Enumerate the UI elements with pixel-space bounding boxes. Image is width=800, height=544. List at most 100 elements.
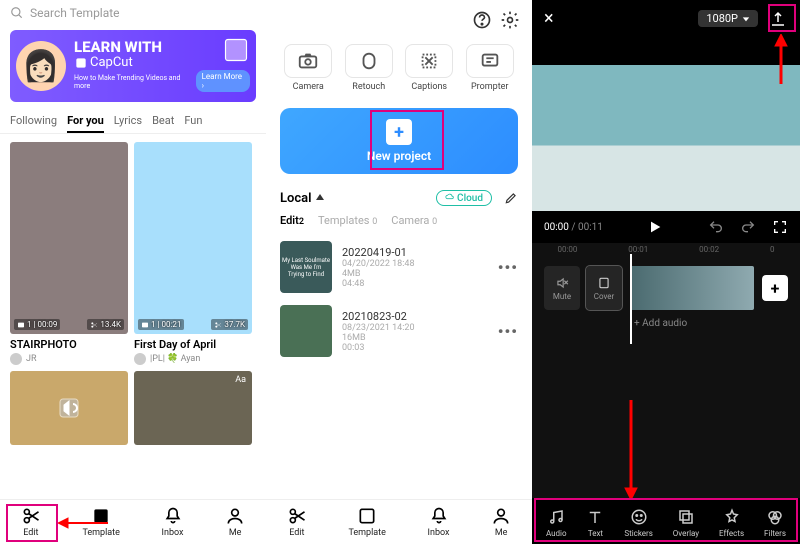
local-label[interactable]: Local <box>280 191 312 206</box>
avatar <box>10 353 22 365</box>
fullscreen-button[interactable] <box>772 219 788 235</box>
tab-following[interactable]: Following <box>10 110 57 133</box>
bell-icon <box>429 506 449 526</box>
add-clip-button[interactable]: + <box>762 275 788 301</box>
tab-beat[interactable]: Beat <box>152 110 174 133</box>
filters-icon <box>766 508 784 526</box>
project-date: 08/23/2021 14:20 <box>342 323 488 333</box>
cloud-icon <box>445 192 455 202</box>
new-project-button[interactable]: + New project <box>280 108 518 174</box>
subtab-edit[interactable]: Edit2 <box>280 214 304 227</box>
subtab-templates[interactable]: Templates 0 <box>318 214 377 227</box>
person-icon <box>491 506 511 526</box>
tool-filters[interactable]: Filters <box>764 508 786 538</box>
template-card[interactable]: 1 | 00:21 37.7K First Day of April |PL| … <box>134 142 252 365</box>
avatar <box>134 353 146 365</box>
project-name: 20210823-02 <box>342 310 488 323</box>
playback-bar: 00:00 / 00:11 <box>532 211 800 243</box>
tool-text[interactable]: Text <box>586 508 604 538</box>
learn-banner[interactable]: 👩🏻 LEARN WITH CapCut How to Make Trendin… <box>10 30 256 102</box>
template-card-clipped[interactable] <box>10 371 128 445</box>
project-date: 04/20/2022 18:48 <box>342 259 488 269</box>
sound-icon <box>57 396 81 420</box>
learn-more-button[interactable]: Learn More › <box>196 70 250 92</box>
banner-graphic-icon <box>222 36 250 64</box>
tool-overlay[interactable]: Overlay <box>673 508 699 538</box>
nav-me[interactable]: Me <box>491 506 511 538</box>
video-clip[interactable] <box>630 266 754 310</box>
project-item[interactable]: My Last SoulmateWas Me I'mTrying to Find… <box>280 235 518 299</box>
tab-fun[interactable]: Fun <box>184 110 202 133</box>
play-button[interactable] <box>647 219 663 235</box>
settings-icon[interactable] <box>500 10 520 30</box>
captions-icon <box>418 50 440 72</box>
resolution-selector[interactable]: 1080P <box>698 10 758 27</box>
person-icon <box>225 506 245 526</box>
templates-screen: Search Template 👩🏻 LEARN WITH CapCut How… <box>0 0 266 544</box>
scissors-icon <box>287 506 307 526</box>
tool-audio[interactable]: Audio <box>546 508 567 538</box>
project-subtabs: Edit2 Templates 0 Camera 0 <box>266 210 532 235</box>
nav-edit[interactable]: Edit <box>287 506 307 538</box>
project-size: 4MB <box>342 269 488 279</box>
redo-button[interactable] <box>740 219 756 235</box>
project-item[interactable]: 20210823-02 08/23/2021 14:20 16MB 00:03 … <box>280 299 518 363</box>
prompter-icon <box>479 50 501 72</box>
clip-icon <box>17 321 25 329</box>
quick-retouch[interactable]: Retouch <box>345 44 393 92</box>
close-button[interactable]: × <box>544 8 554 29</box>
editor-screen: × 1080P 00:00 / 00:11 00:0000:0100:020 M… <box>532 0 800 544</box>
quick-camera[interactable]: Camera <box>284 44 332 92</box>
bottom-nav: Edit Template Inbox Me <box>266 499 532 544</box>
tab-lyrics[interactable]: Lyrics <box>114 110 142 133</box>
project-menu-icon[interactable]: ••• <box>498 258 518 277</box>
effects-icon <box>723 508 741 526</box>
quick-prompter[interactable]: Prompter <box>466 44 514 92</box>
mute-button[interactable]: Mute <box>544 266 580 310</box>
retouch-icon <box>358 50 380 72</box>
nav-template[interactable]: Template <box>348 506 385 538</box>
subtab-camera[interactable]: Camera 0 <box>391 214 437 227</box>
video-preview[interactable] <box>532 65 800 211</box>
nav-inbox[interactable]: Inbox <box>428 506 450 538</box>
overlay-icon <box>677 508 695 526</box>
bottom-nav: Edit Template Inbox Me <box>0 499 266 544</box>
search-bar[interactable]: Search Template <box>0 0 266 26</box>
tool-effects[interactable]: Effects <box>719 508 744 538</box>
search-placeholder: Search Template <box>30 6 120 20</box>
project-list: My Last SoulmateWas Me I'mTrying to Find… <box>266 235 532 363</box>
project-thumb: My Last SoulmateWas Me I'mTrying to Find <box>280 241 332 293</box>
scissors-icon <box>90 321 98 329</box>
export-icon <box>769 10 787 28</box>
template-card[interactable]: 1 | 00:09 13.4K STAIRPHOTO JR <box>10 142 128 365</box>
quick-captions[interactable]: Captions <box>405 44 453 92</box>
cover-button[interactable]: Cover <box>586 266 622 310</box>
nav-edit[interactable]: Edit <box>21 506 41 538</box>
nav-me[interactable]: Me <box>225 506 245 538</box>
banner-brand: CapCut <box>90 55 133 70</box>
playhead[interactable] <box>630 254 632 344</box>
undo-button[interactable] <box>708 219 724 235</box>
stickers-icon <box>630 508 648 526</box>
project-length: 04:48 <box>342 279 488 289</box>
card-author: |PL| 🍀 Ayan <box>150 354 200 364</box>
card-title: STAIRPHOTO <box>10 338 128 351</box>
nav-inbox[interactable]: Inbox <box>162 506 184 538</box>
project-length: 00:03 <box>342 343 488 353</box>
tab-for-you[interactable]: For you <box>67 110 104 133</box>
edit-pencil-icon[interactable] <box>504 191 518 205</box>
template-card-clipped[interactable]: Aa <box>134 371 252 445</box>
tool-stickers[interactable]: Stickers <box>624 508 653 538</box>
cover-icon <box>597 276 611 290</box>
project-menu-icon[interactable]: ••• <box>498 322 518 341</box>
template-grid: 1 | 00:09 13.4K STAIRPHOTO JR 1 | 00:21 … <box>0 134 266 445</box>
export-button[interactable] <box>768 9 788 29</box>
template-icon <box>357 506 377 526</box>
text-icon <box>586 508 604 526</box>
help-icon[interactable] <box>472 10 492 30</box>
add-audio-button[interactable]: + Add audio <box>532 318 800 329</box>
cloud-button[interactable]: Cloud <box>436 190 492 206</box>
banner-illustration: 👩🏻 <box>16 41 66 91</box>
mute-icon <box>555 276 569 290</box>
arrow-to-export <box>774 34 788 84</box>
